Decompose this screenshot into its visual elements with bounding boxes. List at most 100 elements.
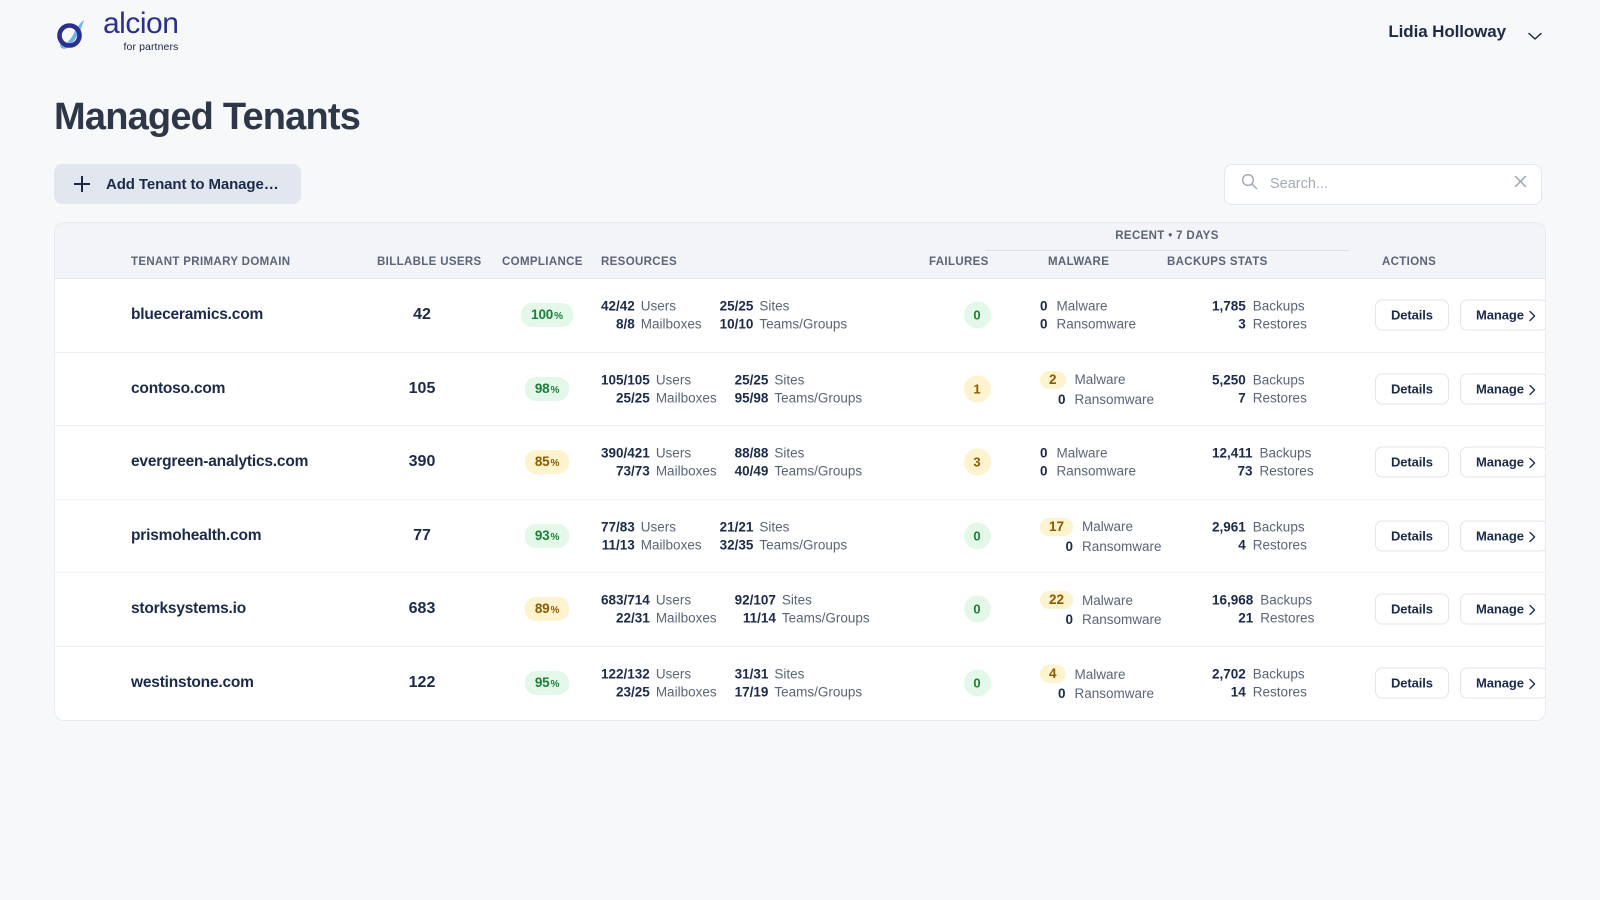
details-button[interactable]: Details [1375, 446, 1449, 478]
details-button[interactable]: Details [1375, 667, 1449, 699]
resource-users-label: Users [655, 592, 692, 608]
restores-label: Restores [1259, 463, 1314, 479]
cell-backups-stats: 12,411 Backups 73 Restores [1212, 446, 1314, 479]
group-header-rule [985, 250, 1349, 251]
resource-mailboxes-label: Mailboxes [655, 463, 717, 479]
cell-malware: 22 Malware 0 Ransomware [1040, 591, 1162, 627]
malware-count: 0 [1040, 298, 1048, 314]
resource-users-value: 683/714 [601, 592, 650, 608]
manage-button[interactable]: Manage [1459, 593, 1545, 625]
cell-actions: Details Manage [1375, 593, 1545, 625]
resource-mailboxes-value: 8/8 [616, 316, 635, 332]
compliance-badge: 98% [524, 376, 570, 401]
resource-mailboxes-label: Mailboxes [655, 610, 717, 626]
chevron-right-icon [1529, 310, 1536, 322]
details-button[interactable]: Details [1375, 299, 1449, 331]
search-box[interactable] [1224, 163, 1542, 205]
recent-group-header: RECENT • 7 DAYS [1115, 230, 1219, 242]
cell-tenant-domain[interactable]: westinstone.com [131, 674, 254, 692]
failures-badge: 0 [963, 522, 991, 550]
cell-failures: 0 [929, 595, 1025, 623]
cell-tenant-domain[interactable]: contoso.com [131, 380, 225, 398]
malware-count: 2 [1040, 370, 1066, 389]
resource-teams-value: 40/49 [734, 463, 769, 479]
compliance-badge: 89% [524, 597, 570, 622]
manage-button[interactable]: Manage [1459, 520, 1545, 552]
details-button[interactable]: Details [1375, 373, 1449, 405]
cell-compliance: 95% [502, 671, 592, 696]
page-title: Managed Tenants [54, 96, 361, 138]
column-header-backups: BACKUPS STATS [1167, 256, 1268, 268]
manage-label: Manage [1476, 381, 1524, 397]
restores-label: Restores [1252, 316, 1307, 332]
restores-count: 14 [1230, 684, 1246, 700]
ransomware-count: 0 [1058, 391, 1066, 407]
manage-button[interactable]: Manage [1459, 667, 1545, 699]
manage-label: Manage [1476, 601, 1524, 617]
plus-icon [74, 176, 90, 192]
cell-actions: Details Manage [1375, 520, 1545, 552]
manage-button[interactable]: Manage [1459, 446, 1545, 478]
malware-count: 22 [1040, 591, 1074, 610]
restores-count: 73 [1237, 463, 1253, 479]
chevron-down-icon[interactable] [1528, 28, 1542, 40]
resource-users-value: 42/42 [601, 298, 635, 314]
close-icon[interactable] [1514, 175, 1527, 193]
ransomware-count: 0 [1065, 538, 1074, 554]
malware-count: 4 [1040, 665, 1066, 684]
column-header-resources: RESOURCES [601, 256, 677, 268]
cell-billable-users: 105 [408, 379, 436, 397]
manage-label: Manage [1476, 528, 1524, 544]
restores-count: 21 [1238, 610, 1254, 626]
table-row: westinstone.com 122 95% 122/132 Users 31/31 Si… [55, 647, 1545, 721]
compliance-badge: 85% [524, 450, 570, 475]
resource-sites-value: 25/25 [734, 372, 769, 388]
cell-compliance: 100% [502, 303, 592, 328]
cell-resources: 105/105 Users 25/25 Sites 25/25 Mailboxes 95/9… [601, 372, 874, 405]
cell-tenant-domain[interactable]: evergreen-analytics.com [131, 453, 308, 471]
resource-teams-label: Teams/Groups [774, 684, 863, 700]
table-row: blueceramics.com 42 100% 42/42 Users 25/25 Sit… [55, 279, 1545, 353]
chevron-right-icon [1529, 530, 1536, 542]
backups-count: 1,785 [1212, 298, 1246, 314]
top-bar: alcion for partners Lidia Holloway [0, 0, 1600, 64]
cell-billable-users: 77 [413, 526, 431, 544]
backups-label: Backups [1252, 519, 1305, 535]
resource-users-value: 122/132 [601, 666, 650, 682]
cell-malware: 0 Malware 0 Ransomware [1040, 446, 1136, 479]
resource-sites-label: Sites [759, 298, 790, 314]
backups-count: 5,250 [1212, 372, 1246, 388]
cell-malware: 4 Malware 0 Ransomware [1040, 665, 1154, 701]
search-input[interactable] [1270, 176, 1502, 192]
cell-failures: 0 [929, 522, 1025, 550]
manage-button[interactable]: Manage [1459, 373, 1545, 405]
user-menu[interactable]: Lidia Holloway [1388, 22, 1542, 42]
resource-mailboxes-label: Mailboxes [655, 684, 717, 700]
cell-failures: 1 [929, 375, 1025, 403]
details-button[interactable]: Details [1375, 593, 1449, 625]
cell-tenant-domain[interactable]: blueceramics.com [131, 306, 263, 324]
manage-label: Manage [1476, 675, 1524, 691]
alcion-logo-icon [54, 15, 94, 55]
resource-users-value: 105/105 [601, 372, 650, 388]
cell-actions: Details Manage [1375, 446, 1545, 478]
resource-teams-label: Teams/Groups [759, 316, 848, 332]
manage-button[interactable]: Manage [1459, 299, 1545, 331]
malware-label: Malware [1074, 372, 1126, 388]
resource-users-label: Users [655, 666, 692, 682]
brand-logo[interactable]: alcion for partners [54, 9, 179, 55]
cell-compliance: 93% [502, 523, 592, 548]
cell-tenant-domain[interactable]: storksystems.io [131, 600, 246, 618]
cell-actions: Details Manage [1375, 667, 1545, 699]
compliance-badge: 100% [521, 303, 573, 328]
details-button[interactable]: Details [1375, 520, 1449, 552]
compliance-badge: 95% [524, 671, 570, 696]
cell-resources: 77/83 Users 21/21 Sites 11/13 Mailboxes 32/35 T… [601, 519, 859, 552]
resource-mailboxes-value: 11/13 [601, 537, 635, 553]
cell-tenant-domain[interactable]: prismohealth.com [131, 527, 262, 545]
cell-malware: 17 Malware 0 Ransomware [1040, 517, 1162, 554]
add-tenant-button[interactable]: Add Tenant to Manage… [54, 164, 301, 204]
resource-users-label: Users [655, 372, 692, 388]
restores-count: 3 [1238, 316, 1246, 332]
ransomware-label: Ransomware [1082, 538, 1162, 554]
